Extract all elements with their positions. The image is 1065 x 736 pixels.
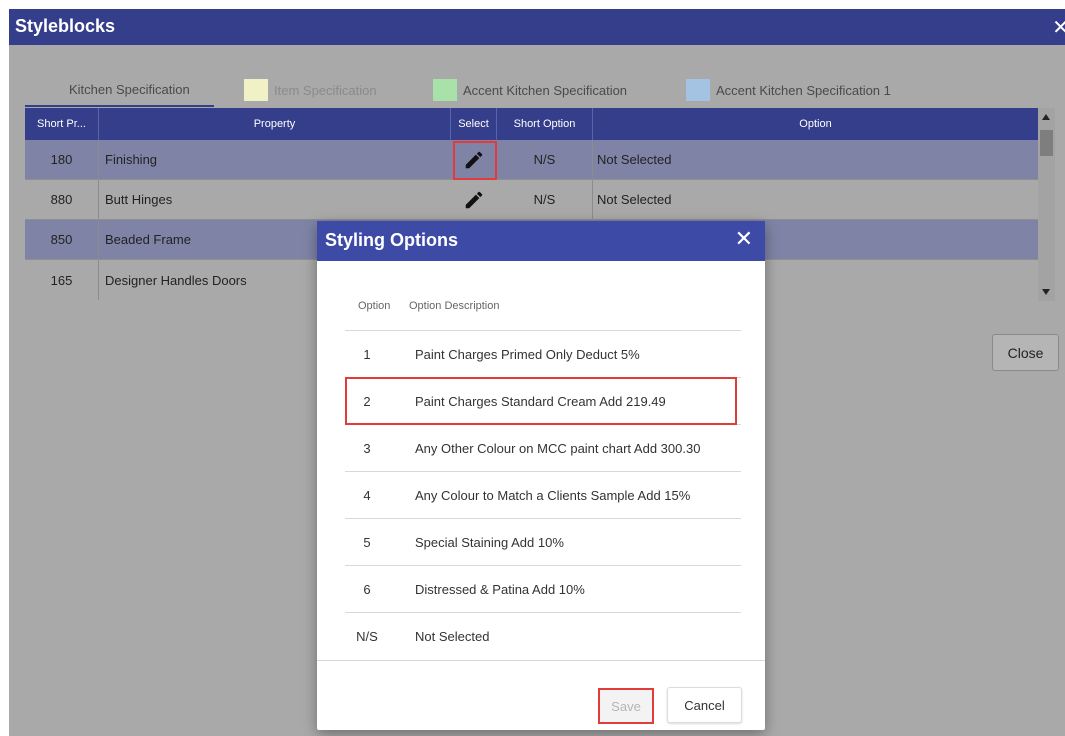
dialog-title: Styling Options	[325, 230, 458, 250]
option-code: 3	[363, 440, 371, 456]
window-title: Styleblocks	[15, 16, 116, 36]
option-row[interactable]: 5 Special Staining Add 10%	[345, 519, 741, 566]
short-option-cell: N/S	[497, 140, 593, 179]
window-close-icon[interactable]: ✕	[1052, 15, 1065, 40]
col-option[interactable]: Option	[593, 108, 1038, 140]
table-row[interactable]: 880 Butt Hinges N/S Not Selected	[25, 180, 1038, 220]
tab-label: Item Specification	[274, 82, 377, 98]
option-highlight-box	[345, 377, 737, 425]
dialog-header: Styling Options ✕	[317, 221, 765, 261]
option-description: Not Selected	[415, 629, 490, 644]
spec-tabs: Kitchen Specification Item Specification…	[25, 73, 945, 107]
option-code: N/S	[356, 629, 378, 644]
option-row[interactable]: 6 Distressed & Patina Add 10%	[345, 566, 741, 613]
short-property-cell: 180	[25, 140, 99, 179]
styling-options-dialog: Styling Options ✕ Option Option Descript…	[317, 221, 765, 730]
options-table: Option Option Description 1 Paint Charge…	[345, 281, 741, 660]
option-description: Any Other Colour on MCC paint chart Add …	[415, 440, 701, 456]
tab-item-specification[interactable]: Item Specification	[244, 73, 377, 107]
short-option-cell: N/S	[497, 180, 593, 219]
option-description: Any Colour to Match a Clients Sample Add…	[415, 487, 691, 503]
col-property[interactable]: Property	[99, 108, 451, 140]
col-short-option[interactable]: Short Option	[497, 108, 593, 140]
color-swatch	[244, 79, 268, 101]
cancel-button[interactable]: Cancel	[667, 687, 742, 723]
option-code: 6	[363, 581, 371, 597]
save-button[interactable]: Save	[598, 688, 654, 724]
grid-header: Short Pr... Property Select Short Option…	[25, 108, 1038, 140]
select-cell[interactable]	[451, 180, 497, 219]
option-cell: Not Selected	[597, 152, 672, 167]
pencil-icon[interactable]	[463, 189, 485, 211]
option-description: Paint Charges Primed Only Deduct 5%	[415, 346, 640, 362]
option-code: 4	[363, 487, 371, 503]
option-code: 1	[363, 346, 371, 362]
select-highlight-box	[453, 141, 497, 180]
header-description: Option Description	[409, 299, 500, 312]
close-button[interactable]: Close	[992, 334, 1059, 371]
dialog-footer: Save Cancel	[317, 660, 765, 730]
short-property-cell: 850	[25, 220, 99, 259]
property-cell: Finishing	[105, 152, 158, 167]
color-swatch	[686, 79, 710, 101]
table-row[interactable]: 180 Finishing N/S Not Selected	[25, 140, 1038, 180]
options-header: Option Option Description	[345, 281, 741, 331]
tab-label: Kitchen Specification	[69, 81, 190, 97]
window-titlebar: Styleblocks ✕	[9, 9, 1065, 45]
tab-accent-kitchen-specification-1[interactable]: Accent Kitchen Specification 1	[686, 73, 891, 107]
option-row[interactable]: 3 Any Other Colour on MCC paint chart Ad…	[345, 425, 741, 472]
header-option: Option	[358, 299, 391, 312]
col-short-property[interactable]: Short Pr...	[25, 108, 99, 140]
option-description: Special Staining Add 10%	[415, 534, 564, 550]
color-swatch	[433, 79, 457, 101]
option-row[interactable]: 4 Any Colour to Match a Clients Sample A…	[345, 472, 741, 519]
tab-kitchen-specification[interactable]: Kitchen Specification	[25, 73, 214, 107]
col-select[interactable]: Select	[451, 108, 497, 140]
grid-scrollbar[interactable]	[1038, 108, 1055, 301]
option-row[interactable]: N/S Not Selected	[345, 613, 741, 660]
dialog-close-icon[interactable]: ✕	[735, 228, 753, 250]
scroll-thumb[interactable]	[1040, 130, 1053, 156]
option-row[interactable]: 1 Paint Charges Primed Only Deduct 5%	[345, 331, 741, 378]
tab-label: Accent Kitchen Specification	[463, 82, 628, 98]
option-cell: Not Selected	[597, 192, 672, 207]
scroll-down-icon[interactable]	[1042, 289, 1050, 295]
tab-accent-kitchen-specification[interactable]: Accent Kitchen Specification	[433, 73, 627, 107]
tab-label: Accent Kitchen Specification 1	[716, 82, 891, 98]
option-description: Distressed & Patina Add 10%	[415, 581, 585, 597]
short-property-cell: 880	[25, 180, 99, 219]
option-code: 5	[363, 534, 371, 550]
scroll-up-icon[interactable]	[1042, 114, 1050, 120]
property-cell: Butt Hinges	[105, 192, 173, 207]
short-property-cell: 165	[25, 260, 99, 300]
